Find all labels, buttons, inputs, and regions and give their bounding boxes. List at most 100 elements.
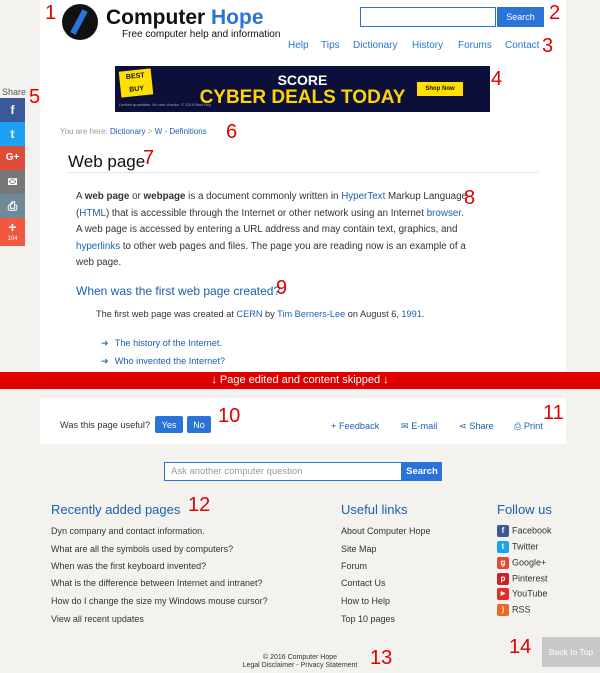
printer-icon: ⎙ [514, 421, 522, 431]
link-html[interactable]: HTML [79, 208, 106, 219]
related-link-label: The history of the Internet. [114, 338, 222, 348]
ask-search-button[interactable]: Search [402, 462, 442, 481]
follow-label: Pinterest [512, 573, 548, 584]
follow-label: Twitter [512, 541, 539, 552]
back-to-top-button[interactable]: Back to Top [542, 637, 600, 667]
page-title: Web page [68, 152, 146, 171]
recent-page-link[interactable]: What are all the symbols used by compute… [51, 544, 233, 554]
useful-question: Was this page useful? [60, 420, 151, 430]
feedback-link[interactable]: + Feedback [331, 421, 379, 431]
brand-word-2: Hope [211, 6, 264, 29]
ad-shop-now-button[interactable]: Shop Now [417, 82, 463, 96]
first-web-page-text: The first web page was created at CERN b… [96, 309, 424, 319]
feedback-label: Feedback [338, 421, 380, 431]
nav-help[interactable]: Help [288, 40, 309, 51]
nav-forums[interactable]: Forums [458, 40, 492, 51]
privacy-statement-link[interactable]: Privacy Statement [301, 662, 358, 669]
link-cern[interactable]: CERN [236, 309, 262, 319]
pinterest-icon: p [497, 573, 509, 585]
useful-yes-button[interactable]: Yes [155, 416, 183, 433]
follow-facebook[interactable]: f Facebook [497, 525, 552, 537]
breadcrumb-prefix: You are here: [60, 127, 108, 136]
youtube-icon: ▶ [497, 588, 509, 600]
header-search-button[interactable]: Search [497, 7, 544, 27]
link-hyperlinks[interactable]: hyperlinks [76, 241, 120, 252]
computer-hope-logo-icon[interactable] [62, 4, 98, 40]
annotation-12: 12 [188, 494, 211, 516]
link-hypertext[interactable]: HyperText [341, 191, 385, 202]
related-link-label: Who invented the Internet? [114, 356, 226, 366]
follow-label: RSS [512, 604, 531, 615]
annotation-8: 8 [464, 187, 476, 209]
footer-link-sitemap[interactable]: Site Map [341, 544, 377, 554]
email-link[interactable]: ✉ E-mail [401, 421, 437, 432]
follow-rss[interactable]: ) RSS [497, 604, 531, 616]
print-link[interactable]: ⎙ Print [514, 421, 543, 432]
para-text: to other web pages and files. The page y… [76, 240, 466, 269]
brand-word-1: Computer [106, 6, 206, 29]
follow-twitter[interactable]: t Twitter [497, 541, 539, 553]
recent-pages-heading: Recently added pages [51, 502, 181, 517]
annotation-2: 2 [549, 2, 561, 24]
recent-page-link[interactable]: How do I change the size my Windows mous… [51, 596, 268, 606]
share-facebook-icon[interactable]: f [0, 98, 25, 122]
footer-link-how-to-help[interactable]: How to Help [341, 596, 390, 606]
share-link-label: Share [469, 421, 494, 431]
nav-tips[interactable]: Tips [321, 40, 340, 51]
envelope-icon: ✉ [401, 421, 409, 431]
follow-pinterest[interactable]: p Pinterest [497, 573, 548, 585]
section-heading: When was the first web page created? [76, 284, 281, 298]
first-text: The first web page was created at [96, 309, 237, 319]
legal-disclaimer-link[interactable]: Legal Disclaimer [243, 662, 295, 669]
follow-youtube[interactable]: ▶ YouTube [497, 588, 547, 600]
recent-page-link[interactable]: When was the first keyboard invented? [51, 561, 206, 571]
follow-label: Google+ [512, 557, 547, 568]
site-brand[interactable]: Computer Hope [106, 6, 264, 30]
related-link-inventor[interactable]: ➜ Who invented the Internet? [101, 356, 225, 367]
share-print-icon[interactable]: ⎙ [0, 194, 25, 218]
link-1991[interactable]: 1991 [401, 309, 421, 319]
rss-icon: ) [497, 604, 509, 616]
recent-page-link[interactable]: Dyn company and contact information. [51, 526, 205, 536]
view-all-updates-link[interactable]: View all recent updates [51, 614, 144, 624]
ask-question-input[interactable]: Ask another computer question [164, 462, 402, 481]
footer-link-contact[interactable]: Contact Us [341, 578, 386, 588]
breadcrumb-dictionary[interactable]: Dictionary [110, 127, 146, 136]
recent-page-link[interactable]: What is the difference between Internet … [51, 578, 262, 588]
arrow-right-icon: ➜ [101, 338, 109, 348]
first-text: by [262, 309, 278, 319]
share-link[interactable]: ⋖ Share [459, 421, 494, 432]
nav-history[interactable]: History [412, 40, 443, 51]
legal-links: Legal Disclaimer - Privacy Statement [242, 662, 358, 669]
follow-google-plus[interactable]: g Google+ [497, 557, 546, 569]
arrow-right-icon: ➜ [101, 356, 109, 366]
nav-dictionary[interactable]: Dictionary [353, 40, 397, 51]
follow-label: YouTube [512, 588, 548, 599]
title-divider [68, 172, 538, 173]
share-count: 104 [7, 236, 18, 242]
first-text: . [421, 309, 425, 319]
share-more-icon[interactable]: + 104 [0, 218, 25, 246]
para-bold-term: webpage [143, 191, 186, 202]
link-tim-berners-lee[interactable]: Tim Berners-Lee [277, 309, 345, 319]
breadcrumb-w-definitions[interactable]: W - Definitions [155, 127, 207, 136]
related-link-history[interactable]: ➜ The history of the Internet. [101, 338, 222, 349]
para-text: ) that is accessible through the Interne… [105, 207, 427, 219]
share-email-icon[interactable]: ✉ [0, 170, 25, 194]
para-text: or [129, 191, 144, 202]
share-google-plus-icon[interactable]: G+ [0, 146, 25, 170]
header-search-input[interactable] [360, 7, 496, 27]
annotation-3: 3 [542, 35, 554, 57]
footer-link-about[interactable]: About Computer Hope [341, 526, 431, 536]
footer-link-top-10[interactable]: Top 10 pages [341, 614, 395, 624]
annotation-4: 4 [491, 68, 503, 90]
useful-no-button[interactable]: No [187, 416, 211, 433]
para-text: is a document commonly written in [185, 191, 342, 202]
plus-icon: + [331, 421, 337, 431]
advertisement-banner[interactable]: BEST BUY Limited quantities. No rain che… [115, 66, 490, 112]
nav-contact[interactable]: Contact [505, 40, 539, 51]
para-text: A [76, 191, 85, 202]
footer-link-forum[interactable]: Forum [341, 561, 367, 571]
link-browser[interactable]: browser [427, 208, 461, 219]
share-twitter-icon[interactable]: t [0, 122, 25, 146]
